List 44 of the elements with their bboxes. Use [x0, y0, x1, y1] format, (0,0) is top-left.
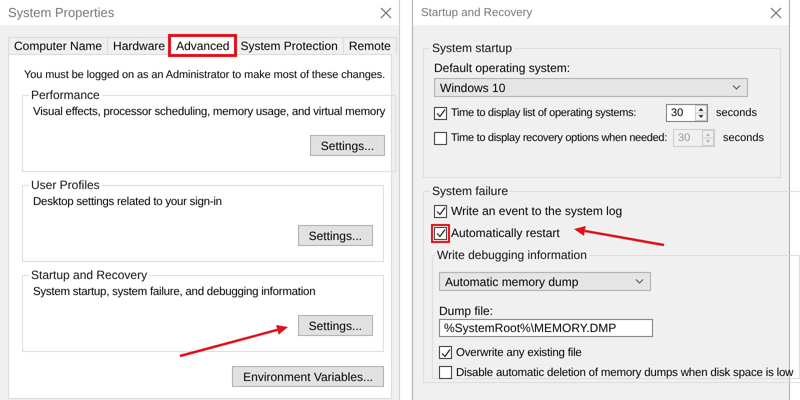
- spin-arrows-icon[interactable]: [695, 105, 707, 121]
- settings-button[interactable]: Settings...: [310, 135, 386, 156]
- close-icon[interactable]: [379, 6, 393, 20]
- checkbox[interactable]: [439, 346, 452, 359]
- group-title: Startup and Recovery: [30, 268, 148, 282]
- number-spinner[interactable]: 30: [666, 104, 708, 122]
- tab[interactable]: Computer Name: [8, 37, 108, 54]
- checkbox-label: Time to display list of operating systems:: [451, 107, 636, 119]
- window-title: System Properties: [8, 5, 114, 20]
- environment-variables-button[interactable]: Environment Variables...: [232, 366, 384, 387]
- group-title: System startup: [431, 41, 514, 55]
- group-description: Desktop settings related to your sign-in: [33, 196, 223, 208]
- settings-button[interactable]: Settings...: [298, 225, 373, 246]
- group-description: System startup, system failure, and debugging information: [33, 286, 316, 298]
- window-title: Startup and Recovery: [421, 6, 532, 18]
- field-label: Dump file:: [439, 304, 494, 318]
- chevron-icon: [635, 278, 644, 285]
- field-label: Default operating system:: [434, 61, 570, 75]
- settings-button[interactable]: Settings...: [298, 315, 373, 336]
- chevron-icon: [732, 84, 741, 91]
- notice-text: You must be logged on as an Administrator to make most of these changes.: [24, 68, 386, 82]
- tab[interactable]: System Protection: [234, 37, 344, 54]
- checkbox[interactable]: [434, 106, 447, 120]
- group-title: System failure: [431, 184, 510, 198]
- close-icon[interactable]: [769, 6, 783, 20]
- group-title: Performance: [30, 88, 101, 102]
- group-title: User Profiles: [30, 178, 101, 192]
- group-title: Write debugging information: [436, 248, 588, 262]
- checkbox-label: Overwrite any existing file: [456, 346, 582, 358]
- checkbox-label: Disable automatic deletion of memory dumps when disk space is low: [456, 366, 794, 378]
- checkbox-label: Write an event to the system log: [451, 204, 622, 218]
- checkbox-label: Automatically restart: [451, 226, 560, 240]
- unit-label: seconds: [723, 132, 764, 144]
- checkbox-label: Time to display recovery options when needed:: [451, 132, 667, 144]
- input-field[interactable]: %SystemRoot%\MEMORY.DMP: [439, 319, 653, 337]
- tab[interactable]: Remote: [342, 37, 397, 54]
- checkbox[interactable]: [434, 204, 447, 218]
- checkbox[interactable]: [439, 366, 452, 379]
- group-description: Visual effects, processor scheduling, memory usage, and virtual memory: [33, 106, 386, 118]
- dropdown[interactable]: Windows 10: [434, 78, 748, 97]
- tab[interactable]: Advanced: [170, 36, 236, 55]
- checkbox[interactable]: [434, 226, 447, 240]
- dropdown[interactable]: Automatic memory dump: [439, 272, 651, 291]
- unit-label: seconds: [716, 107, 757, 119]
